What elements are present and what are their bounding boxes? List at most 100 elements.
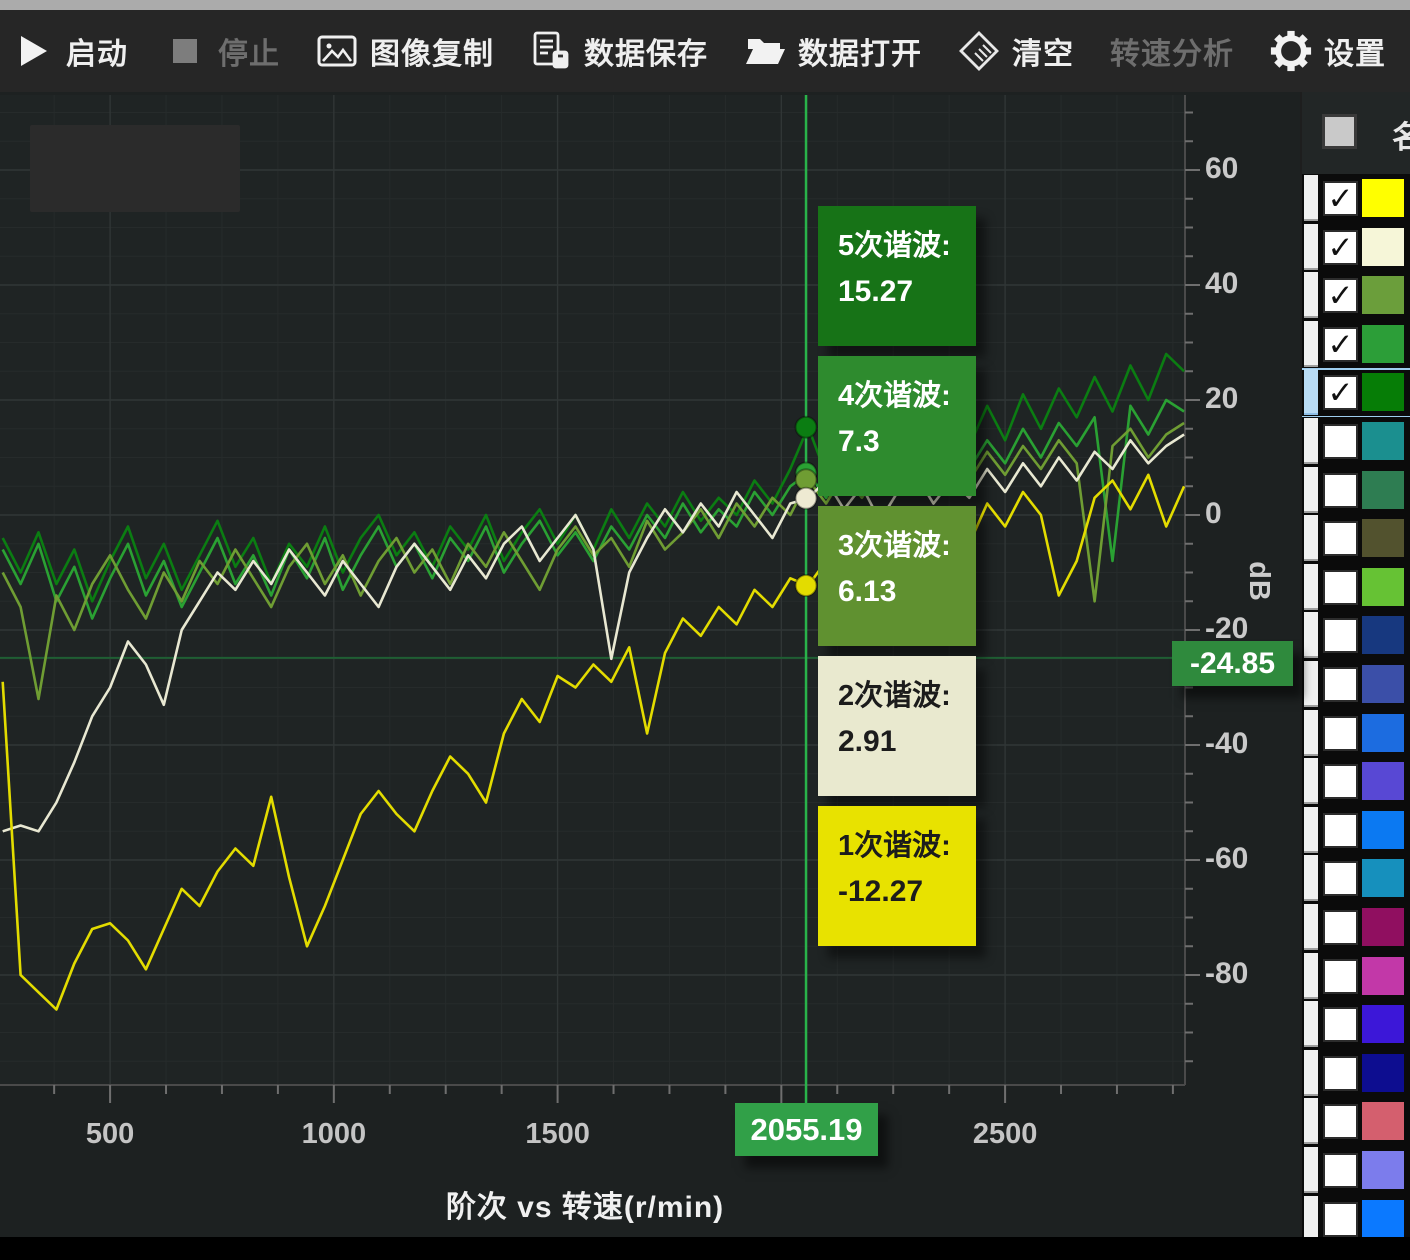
legend-row-16[interactable]: [1302, 903, 1410, 952]
legend-visibility-checkbox[interactable]: [1323, 1056, 1358, 1091]
legend-row-18[interactable]: [1302, 1000, 1410, 1049]
tooltip-value: 6.13: [838, 566, 958, 618]
y-axis-unit-label: dB: [1242, 561, 1275, 602]
legend-visibility-checkbox[interactable]: [1323, 521, 1358, 556]
order-spectrum-plot[interactable]: [0, 95, 1215, 1115]
toolbar-clear-button[interactable]: 清空: [958, 29, 1074, 73]
series-color-swatch: [1362, 908, 1404, 946]
legend-visibility-checkbox[interactable]: [1323, 813, 1358, 848]
legend-row-21[interactable]: [1302, 1146, 1410, 1195]
bottom-bar: [0, 1237, 1410, 1260]
legend-visibility-checkbox[interactable]: [1323, 473, 1358, 508]
legend-rowheader-cell: [1304, 515, 1318, 561]
legend-row-22[interactable]: [1302, 1195, 1410, 1244]
marker-dot-1次谐波: [796, 575, 817, 596]
toolbar-save-data-button[interactable]: 数据保存: [530, 29, 708, 73]
legend-row-5[interactable]: ✓: [1302, 368, 1410, 417]
legend-row-12[interactable]: [1302, 709, 1410, 758]
toolbar-settings-button[interactable]: 设置: [1270, 29, 1386, 73]
legend-rowheader-cell: [1304, 467, 1318, 513]
y-tick-label: 60: [1205, 152, 1275, 186]
series-color-swatch: [1362, 1151, 1404, 1189]
legend-visibility-checkbox[interactable]: [1323, 861, 1358, 896]
legend-visibility-checkbox[interactable]: [1323, 764, 1358, 799]
x-tick-label: 2500: [940, 1118, 1070, 1151]
toolbar-copy-image-button[interactable]: 图像复制: [316, 29, 494, 73]
legend-row-13[interactable]: [1302, 757, 1410, 806]
legend-visibility-checkbox[interactable]: [1323, 910, 1358, 945]
legend-visibility-checkbox[interactable]: ✓: [1323, 327, 1358, 362]
legend-visibility-checkbox[interactable]: [1323, 1007, 1358, 1042]
legend-row-9[interactable]: [1302, 563, 1410, 612]
plot-tool-gauge-b-button[interactable]: [109, 143, 161, 195]
legend-rowheader-cell: [1304, 661, 1318, 707]
legend-row-11[interactable]: [1302, 660, 1410, 709]
y-tick-label: -60: [1205, 842, 1275, 876]
legend-row-14[interactable]: [1302, 806, 1410, 855]
gear-icon: [1270, 30, 1312, 72]
legend-row-20[interactable]: [1302, 1097, 1410, 1146]
legend-row-17[interactable]: [1302, 952, 1410, 1001]
legend-visibility-checkbox[interactable]: ✓: [1323, 375, 1358, 410]
toolbar-start-button[interactable]: 启动: [12, 29, 128, 73]
save-data-icon: [530, 30, 572, 72]
plot-tool-gear-f-button[interactable]: F: [179, 143, 231, 195]
legend-rowheader-cell: [1304, 855, 1318, 901]
series-color-swatch: [1362, 762, 1404, 800]
legend-rowheader-cell: [1304, 807, 1318, 853]
toolbar-speed-analysis-button[interactable]: 转速分析: [1110, 29, 1234, 73]
marker-dot-2次谐波: [796, 488, 817, 509]
series-color-swatch: [1362, 519, 1404, 557]
series-color-swatch: [1362, 179, 1404, 217]
legend-row-10[interactable]: [1302, 611, 1410, 660]
legend-visibility-checkbox[interactable]: [1323, 1153, 1358, 1188]
legend-row-6[interactable]: [1302, 417, 1410, 466]
legend-visibility-checkbox[interactable]: [1323, 424, 1358, 459]
harmonic-tooltip-5: 5次谐波:15.27: [818, 206, 976, 346]
series-color-swatch: [1362, 276, 1404, 314]
legend-visibility-checkbox[interactable]: [1323, 1104, 1358, 1139]
y-tick-label: -80: [1205, 957, 1275, 991]
harmonic-tooltip-3: 3次谐波:6.13: [818, 506, 976, 646]
legend-visibility-checkbox[interactable]: [1323, 716, 1358, 751]
legend-row-15[interactable]: [1302, 854, 1410, 903]
legend-visibility-checkbox[interactable]: [1323, 570, 1358, 605]
eraser-icon: [958, 30, 1000, 72]
legend-visibility-checkbox[interactable]: ✓: [1323, 278, 1358, 313]
series-color-swatch: [1362, 325, 1404, 363]
crosshair-y-readout: -24.85: [1172, 641, 1293, 686]
legend-row-2[interactable]: ✓: [1302, 223, 1410, 272]
legend-row-3[interactable]: ✓: [1302, 271, 1410, 320]
select-all-checkbox[interactable]: [1322, 114, 1357, 149]
legend-rowheader-cell: [1304, 953, 1318, 999]
toolbar-open-data-button[interactable]: 数据打开: [744, 29, 922, 73]
plot-tool-gauge-a-button[interactable]: [39, 143, 91, 195]
toolbar-copy-image-label: 图像复制: [370, 29, 494, 73]
legend-rowheader-cell: [1304, 1001, 1318, 1047]
tooltip-label: 3次谐波:: [838, 526, 958, 566]
legend-row-7[interactable]: [1302, 466, 1410, 515]
legend-row-1[interactable]: ✓: [1302, 174, 1410, 223]
legend-visibility-checkbox[interactable]: [1323, 1202, 1358, 1237]
legend-row-19[interactable]: [1302, 1049, 1410, 1098]
toolbar-stop-button[interactable]: 停止: [164, 29, 280, 73]
series-color-swatch: [1362, 811, 1404, 849]
toolbar-settings-label: 设置: [1324, 29, 1386, 73]
legend-row-8[interactable]: [1302, 514, 1410, 563]
legend-row-4[interactable]: ✓: [1302, 320, 1410, 369]
legend-visibility-checkbox[interactable]: [1323, 618, 1358, 653]
legend-rowheader-cell: [1304, 612, 1318, 658]
legend-rowheader-cell: [1304, 904, 1318, 950]
legend-visibility-checkbox[interactable]: ✓: [1323, 230, 1358, 265]
harmonic-tooltip-1: 1次谐波:-12.27: [818, 806, 976, 946]
legend-visibility-checkbox[interactable]: ✓: [1323, 181, 1358, 216]
series-color-swatch: [1362, 471, 1404, 509]
checkmark-icon: ✓: [1328, 280, 1354, 311]
play-icon: [12, 30, 54, 72]
legend-visibility-checkbox[interactable]: [1323, 667, 1358, 702]
toolbar-clear-label: 清空: [1012, 29, 1074, 73]
tooltip-value: -12.27: [838, 866, 958, 918]
checkmark-icon: ✓: [1328, 183, 1354, 214]
legend-visibility-checkbox[interactable]: [1323, 959, 1358, 994]
x-axis-title: 阶次 vs 转速(r/min): [385, 1182, 785, 1226]
